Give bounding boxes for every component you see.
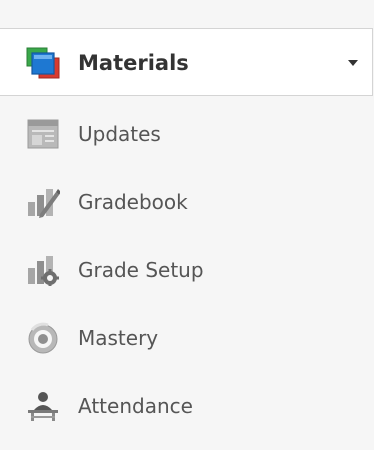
updates-icon [26, 118, 60, 150]
sidebar-item-label: Updates [78, 122, 161, 146]
materials-icon [26, 47, 60, 79]
sidebar-item-gradebook[interactable]: Gradebook [0, 172, 373, 230]
caret-down-icon[interactable] [346, 59, 360, 67]
sidebar-item-label: Gradebook [78, 190, 188, 214]
sidebar-item-mastery[interactable]: Mastery [0, 308, 373, 366]
sidebar-item-label: Materials [78, 51, 189, 75]
gradebook-icon [26, 186, 60, 218]
sidebar-item-attendance[interactable]: Attendance [0, 376, 373, 434]
attendance-icon [26, 390, 60, 422]
page: Materials Updates Gradebook Grade Setup … [0, 0, 374, 450]
sidebar-item-label: Attendance [78, 394, 193, 418]
sidebar-item-materials[interactable]: Materials [0, 28, 373, 96]
grade-setup-icon [26, 254, 60, 286]
sidebar-item-label: Grade Setup [78, 258, 204, 282]
sidebar-item-updates[interactable]: Updates [0, 104, 373, 162]
course-sidebar: Materials Updates Gradebook Grade Setup … [0, 0, 374, 450]
sidebar-item-label: Mastery [78, 326, 159, 350]
sidebar-item-grade-setup[interactable]: Grade Setup [0, 240, 373, 298]
mastery-icon [26, 322, 60, 354]
